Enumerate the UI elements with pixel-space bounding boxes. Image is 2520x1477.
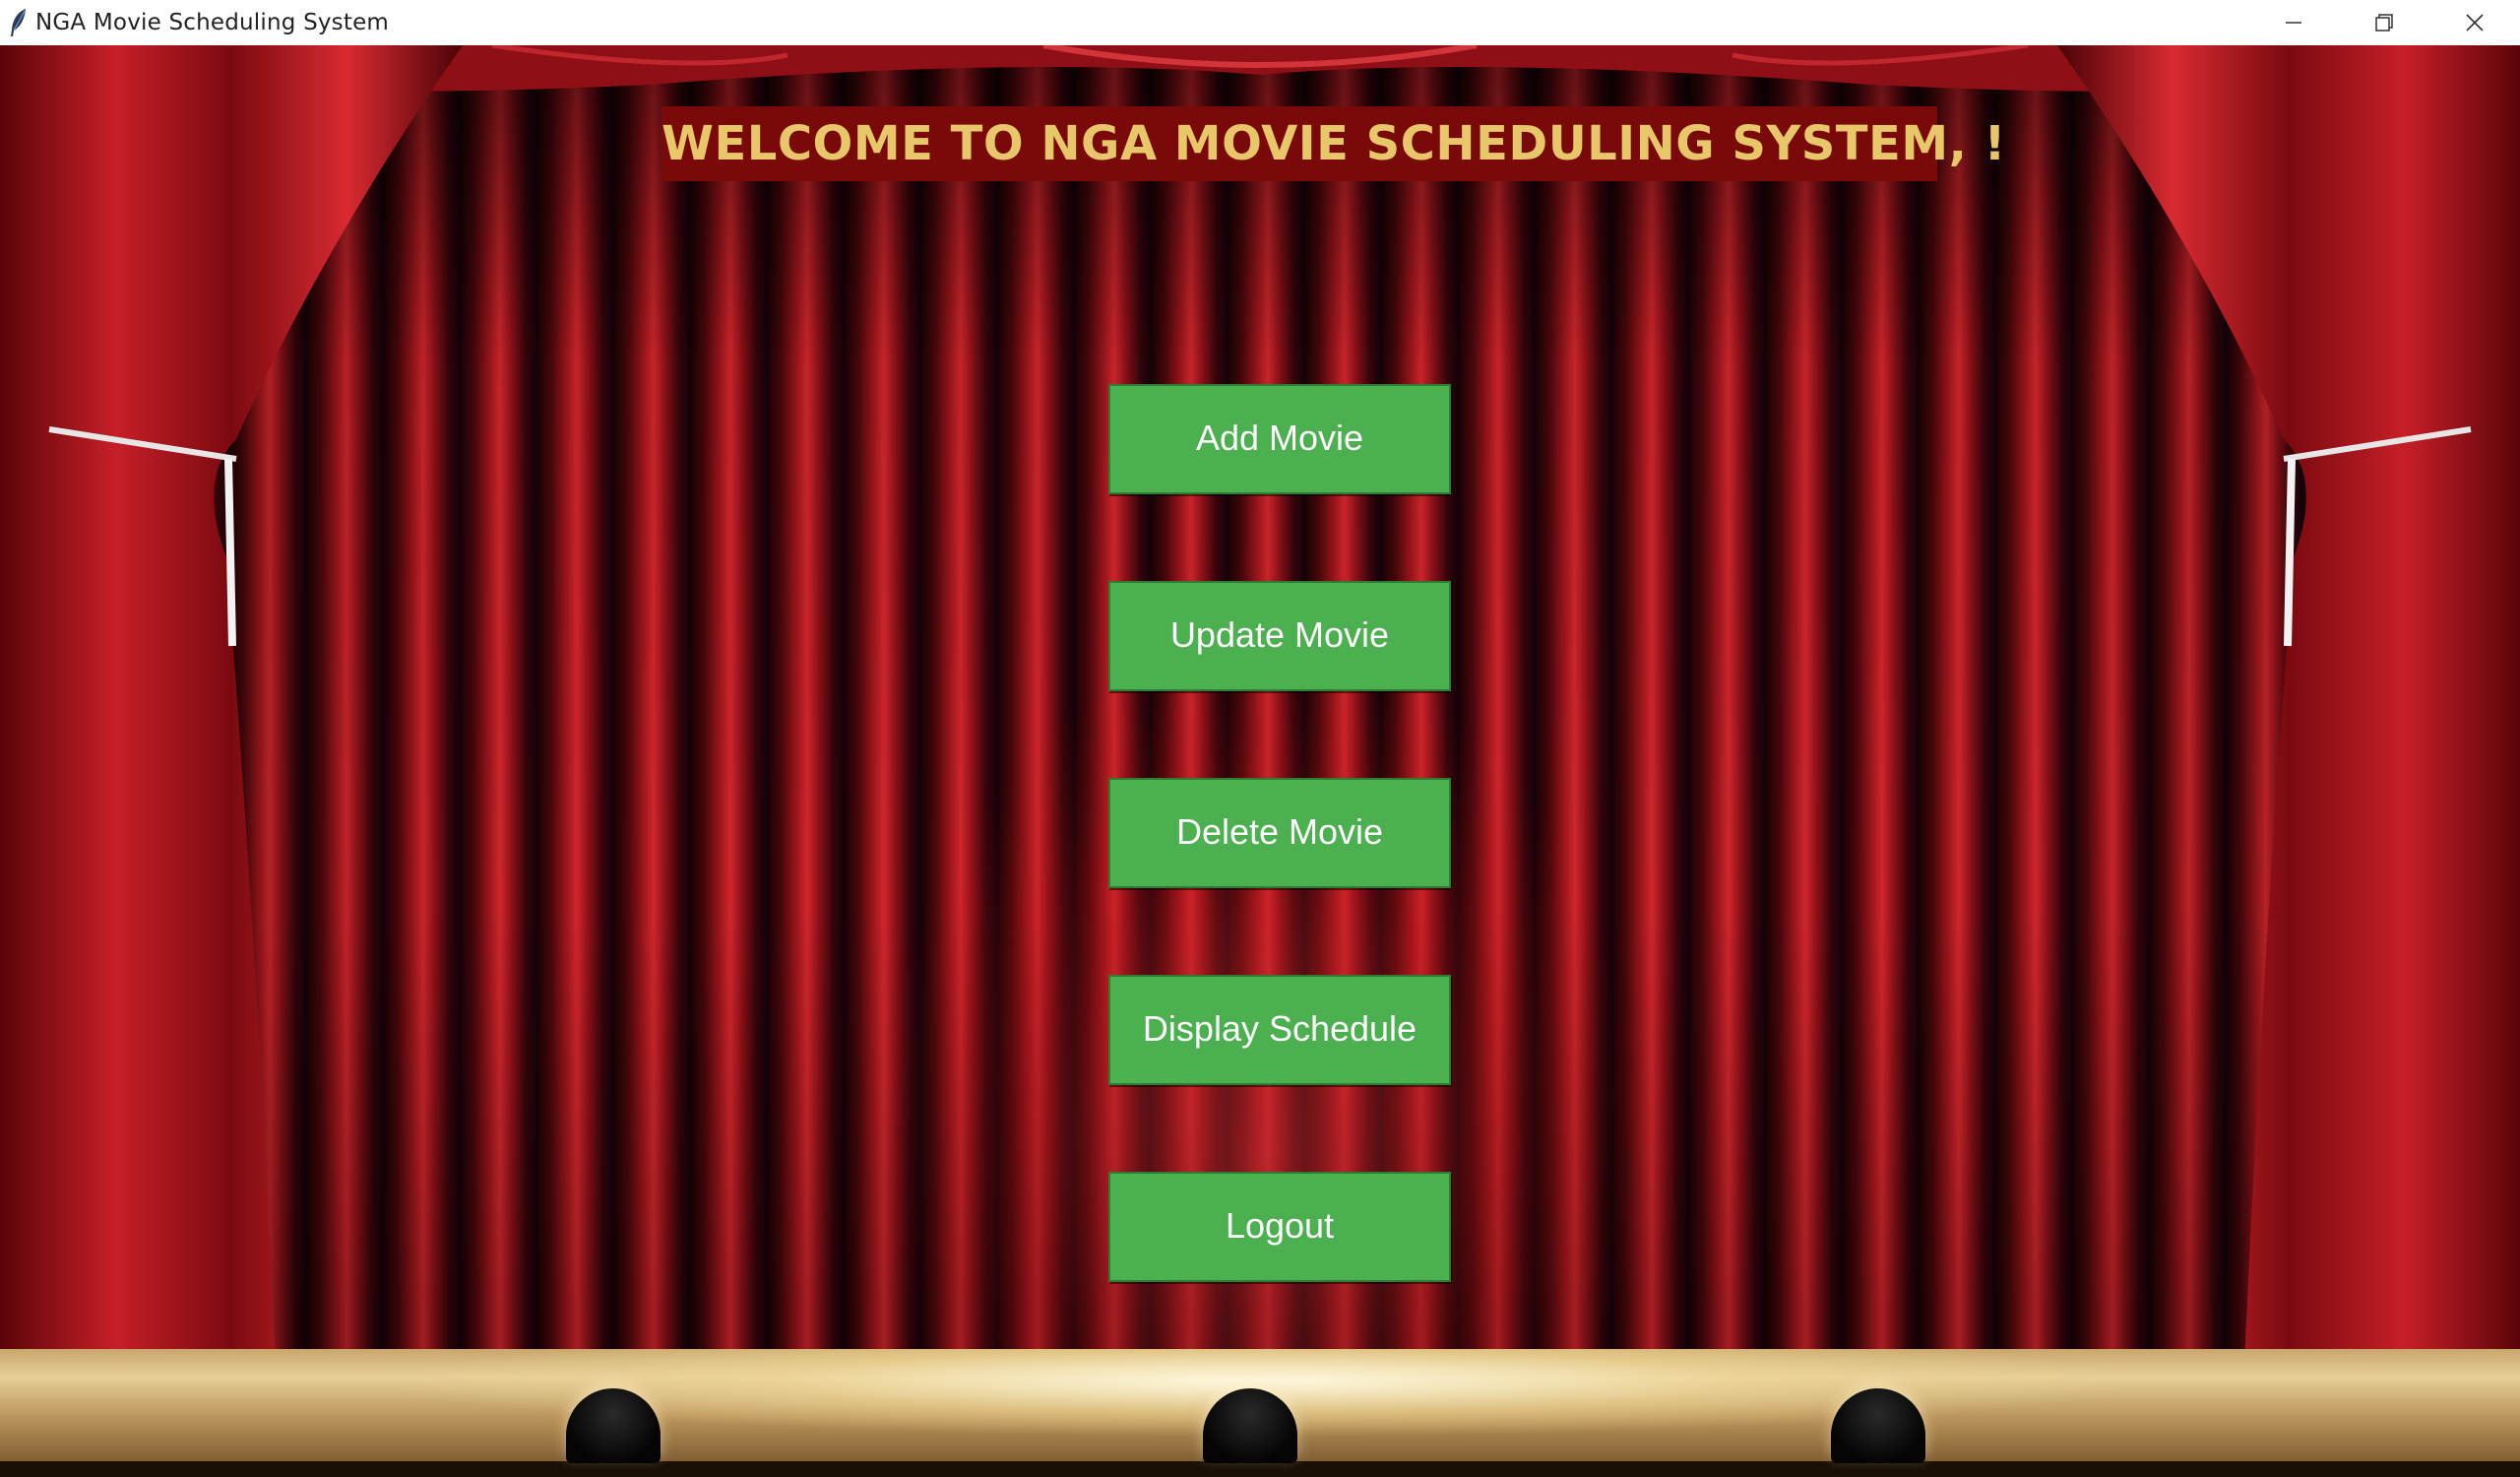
right-curtain-drape [2057, 45, 2520, 1365]
display-schedule-button[interactable]: Display Schedule [1108, 975, 1451, 1085]
close-icon [2466, 14, 2484, 32]
footlight [566, 1388, 661, 1463]
restore-button[interactable] [2339, 0, 2429, 45]
delete-movie-button[interactable]: Delete Movie [1108, 778, 1451, 888]
add-movie-button[interactable]: Add Movie [1108, 384, 1451, 494]
stage-floor [0, 1349, 2520, 1477]
window-title: NGA Movie Scheduling System [35, 10, 390, 35]
restore-icon [2375, 14, 2393, 32]
minimize-icon [2286, 22, 2301, 24]
window-controls [2248, 0, 2520, 45]
left-curtain-drape [0, 45, 463, 1365]
close-button[interactable] [2429, 0, 2520, 45]
footlight [1203, 1388, 1297, 1463]
feather-icon [11, 9, 26, 36]
minimize-button[interactable] [2248, 0, 2339, 45]
welcome-banner: WELCOME TO NGA MOVIE SCHEDULING SYSTEM, … [662, 106, 2005, 181]
logout-button[interactable]: Logout [1108, 1172, 1451, 1282]
title-bar[interactable]: NGA Movie Scheduling System [0, 0, 2520, 45]
footlight [1831, 1388, 1925, 1463]
app-window: NGA Movie Scheduling System WELCOME TO N… [0, 0, 2520, 1477]
update-movie-button[interactable]: Update Movie [1108, 581, 1451, 691]
stage-floor-edge [0, 1461, 2520, 1477]
